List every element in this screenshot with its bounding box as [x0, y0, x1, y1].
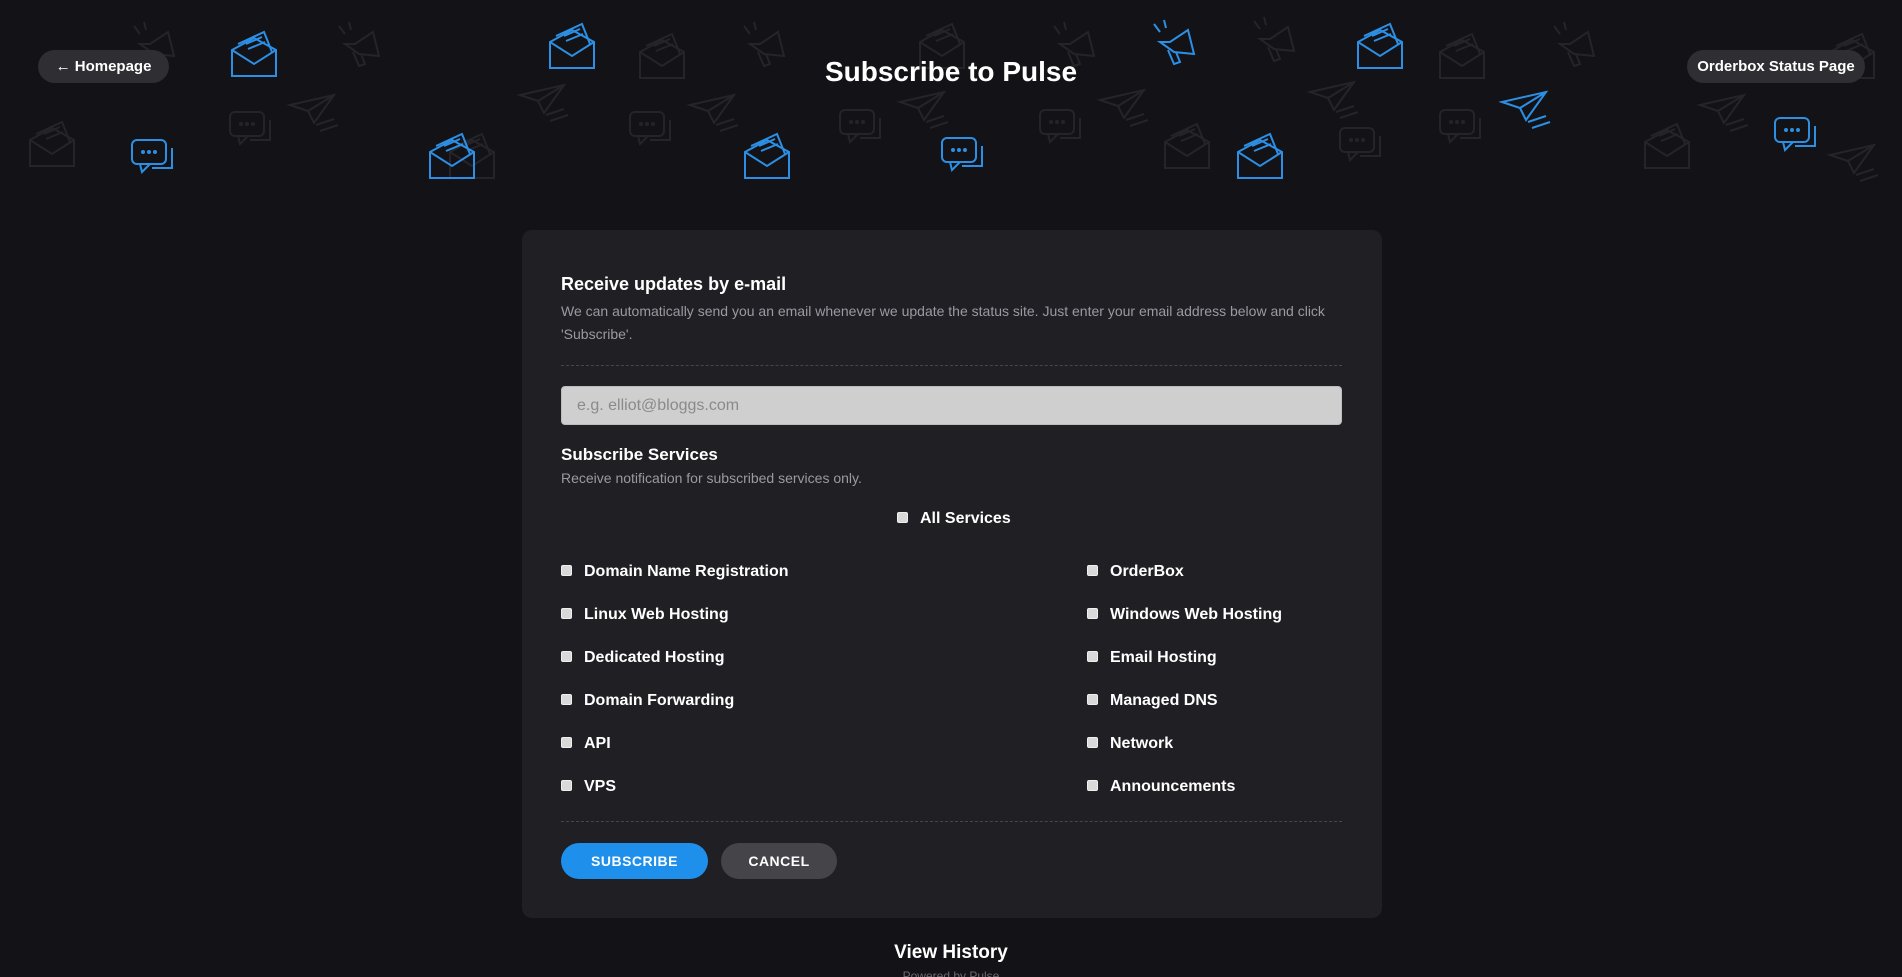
- checkbox-box[interactable]: [561, 780, 572, 791]
- subscribe-button[interactable]: SUBSCRIBE: [561, 843, 708, 879]
- service-checkbox[interactable]: VPS: [561, 778, 616, 796]
- service-checkbox[interactable]: API: [561, 735, 611, 753]
- service-checkbox[interactable]: Managed DNS: [1087, 692, 1218, 710]
- services-title: Subscribe Services: [561, 445, 718, 464]
- service-label: Windows Web Hosting: [1110, 606, 1282, 623]
- service-label: Announcements: [1110, 778, 1236, 795]
- service-label: Domain Forwarding: [584, 692, 735, 709]
- service-checkbox[interactable]: Linux Web Hosting: [561, 606, 729, 624]
- checkbox-box[interactable]: [561, 608, 572, 619]
- checkbox-box[interactable]: [897, 512, 908, 523]
- service-label: Domain Name Registration: [584, 563, 789, 580]
- checkbox-box[interactable]: [1087, 651, 1098, 662]
- checkbox-box[interactable]: [561, 737, 572, 748]
- service-label: VPS: [584, 778, 617, 795]
- services-description: Receive notification for subscribed serv…: [561, 470, 862, 486]
- decorative-icon-pattern: [29, 16, 1879, 182]
- divider: [561, 365, 1342, 366]
- checkbox-box[interactable]: [561, 565, 572, 576]
- service-checkbox[interactable]: OrderBox: [1087, 563, 1184, 581]
- view-history-link[interactable]: View History: [0, 942, 1902, 964]
- service-checkbox[interactable]: Windows Web Hosting: [1087, 606, 1282, 624]
- checkbox-box[interactable]: [561, 694, 572, 705]
- checkbox-label: All Services: [920, 510, 1011, 527]
- divider: [561, 821, 1342, 822]
- service-label: OrderBox: [1110, 563, 1184, 580]
- checkbox-box[interactable]: [1087, 694, 1098, 705]
- page-title: Subscribe to Pulse: [824, 56, 1078, 87]
- status-page-button[interactable]: Orderbox Status Page: [1687, 50, 1865, 83]
- service-label: Managed DNS: [1110, 692, 1218, 709]
- service-label: Network: [1110, 735, 1174, 752]
- service-label: API: [584, 735, 611, 752]
- service-checkbox[interactable]: Announcements: [1087, 778, 1235, 796]
- checkbox-box[interactable]: [1087, 608, 1098, 619]
- checkbox-box[interactable]: [1087, 737, 1098, 748]
- email-section-description: We can automatically send you an email w…: [561, 303, 1325, 342]
- powered-by-text: Powered by Pulse: [902, 969, 1000, 977]
- email-input[interactable]: [561, 386, 1342, 425]
- subscribe-card: Receive updates by e-mail We can automat…: [522, 230, 1382, 918]
- service-label: Email Hosting: [1110, 649, 1217, 666]
- service-label: Dedicated Hosting: [584, 649, 725, 666]
- all-services-checkbox[interactable]: All Services: [897, 510, 1011, 528]
- email-section-title: Receive updates by e-mail: [561, 274, 787, 294]
- checkbox-box[interactable]: [1087, 780, 1098, 791]
- service-checkbox[interactable]: Dedicated Hosting: [561, 649, 724, 667]
- checkbox-box[interactable]: [1087, 565, 1098, 576]
- checkbox-box[interactable]: [561, 651, 572, 662]
- service-checkbox[interactable]: Domain Forwarding: [561, 692, 734, 710]
- service-checkbox[interactable]: Email Hosting: [1087, 649, 1217, 667]
- service-checkbox[interactable]: Network: [1087, 735, 1173, 753]
- service-checkbox[interactable]: Domain Name Registration: [561, 563, 788, 581]
- header-banner: ← Homepage Subscribe to Pulse Orderbox S…: [0, 0, 1902, 200]
- cancel-button[interactable]: CANCEL: [721, 843, 837, 879]
- service-label: Linux Web Hosting: [584, 606, 729, 623]
